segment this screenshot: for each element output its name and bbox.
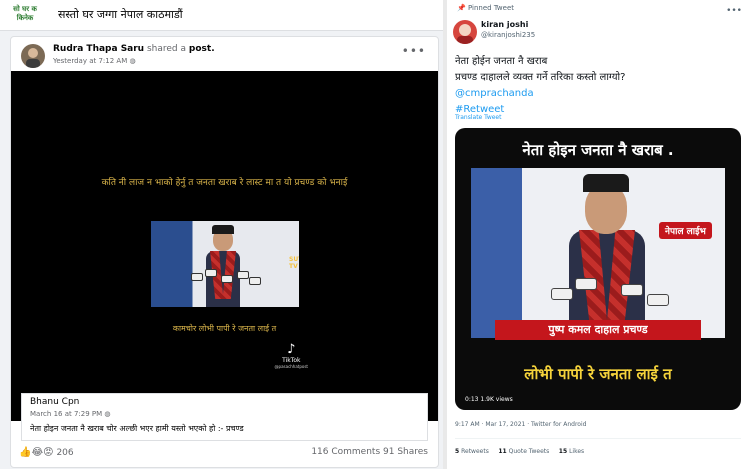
video-caption-bottom: कामचोर लोभी पापी रे जनता लाई त [172,324,277,333]
reactions-summary[interactable]: 👍😂😡 206 [19,447,74,458]
video-player[interactable]: कति नी लाज न भाको हेर्नु त जनता खराब रे … [11,71,438,421]
facebook-post: Rudra Thapa Saru shared a post. Yesterda… [10,36,439,468]
speaker-figure [569,174,645,338]
likes-stat[interactable]: 15 Likes [559,448,584,455]
tv-logo: SUTH TV [289,256,299,270]
microphone [621,284,643,296]
tweet-date[interactable]: 9:17 AM · Mar 17, 2021 · Twitter for And… [455,421,586,428]
post-meta: Yesterday at 7:12 AM ◍ [53,57,136,65]
tiktok-icon: ♪ [287,342,296,357]
media-headline-top: नेता होइन जनता नै खराब . [522,141,674,159]
engagement-counts: 116 Comments 91 Shares [311,447,428,457]
tweet-line-1: नेता होईन जनता नै खराब [455,56,548,67]
group-logo[interactable]: सो घर क किनेक [8,5,42,27]
author-avatar[interactable] [21,44,45,68]
more-options-icon[interactable]: ••• [726,6,742,16]
reaction-icons: 👍😂😡 [19,447,54,458]
pin-icon: 📌 [457,4,466,12]
tiktok-handle: @pasachhatpost [274,364,308,369]
twitter-panel: 📌 Pinned Tweet ••• kiran joshi @kiranjos… [447,0,750,469]
microphone [647,294,669,306]
comments-count[interactable]: 116 Comments [311,447,380,457]
tweet-text: नेता होईन जनता नै खराब प्रचण्ड दाहालले व… [455,54,625,118]
quote-tweets-stat[interactable]: 11 Quote Tweets [498,448,549,455]
video-duration: 0:13 [465,396,479,403]
original-timestamp[interactable]: March 16 at 7:29 PM [30,410,102,418]
media-frame: नेपाल लाईभ [471,168,725,338]
divider [455,438,741,439]
pinned-text: Pinned Tweet [467,4,515,12]
shared-verb: shared a [146,44,187,54]
tiktok-watermark: ♪ TikTok @pasachhatpost [274,342,308,370]
shared-post-link[interactable]: post. [189,44,215,54]
microphone [575,278,597,290]
more-options-icon[interactable]: ••• [402,44,426,58]
translate-tweet-link[interactable]: Translate Tweet [455,114,501,121]
group-header: सो घर क किनेक सस्तो घर जग्गा नेपाल काठमा… [0,0,443,31]
video-views: 1.9K views [480,396,513,403]
pinned-label: 📌 Pinned Tweet [457,4,514,12]
tweet-avatar[interactable] [453,20,477,44]
media-headline-bottom: लोभी पापी रे जनता लाई त [524,365,672,383]
video-caption-top: कति नी लाज न भाको हेर्नु त जनता खराब रे … [101,178,348,188]
post-timestamp[interactable]: Yesterday at 7:12 AM [53,57,127,65]
tweet-stats: 5 Retweets 11 Quote Tweets 15 Likes [455,448,584,455]
tweet-video[interactable]: नेता होइन जनता नै खराब . नेपाल लाईभ पुष्… [455,128,741,410]
microphones [191,269,261,289]
tweet-author-name[interactable]: kiran joshi [481,20,528,29]
facebook-panel: सो घर क किनेक सस्तो घर जग्गा नेपाल काठमा… [0,0,443,469]
original-author[interactable]: Bhanu Cpn [30,397,79,407]
author-line: Rudra Thapa Saru shared a post. [53,44,215,54]
group-title[interactable]: सस्तो घर जग्गा नेपाल काठमाडौं [58,7,183,22]
tweet-line-2: प्रचण्ड दाहालले व्यक्त गर्ने तरिका कस्तो… [455,72,626,83]
tiktok-label: TikTok [282,357,301,364]
globe-icon: ◍ [129,57,136,65]
original-post-attachment[interactable]: Bhanu Cpn March 16 at 7:29 PM ◍ नेता होइ… [21,393,428,441]
speaker-figure [206,225,240,307]
channel-badge: नेपाल लाईभ [659,222,712,239]
globe-icon: ◍ [104,410,111,418]
video-frame: SUTH TV [151,221,299,307]
author-name[interactable]: Rudra Thapa Saru [53,44,144,54]
media-name-bar: पुष्प कमल दाहाल प्रचण्ड [495,320,701,340]
microphone [551,288,573,300]
tweet-author-handle[interactable]: @kiranjoshi235 [481,31,535,39]
retweets-stat[interactable]: 5 Retweets [455,448,489,455]
reaction-count: 206 [56,448,74,458]
original-post-text: नेता होइन जनता नै खराब चोर अल्छी भएर हाम… [30,424,244,433]
video-stats: 0:13 1.9K views [465,396,513,403]
shares-count[interactable]: 91 Shares [383,447,428,457]
original-meta: March 16 at 7:29 PM ◍ [30,410,111,418]
tweet-mention[interactable]: @cmprachanda [455,86,625,102]
